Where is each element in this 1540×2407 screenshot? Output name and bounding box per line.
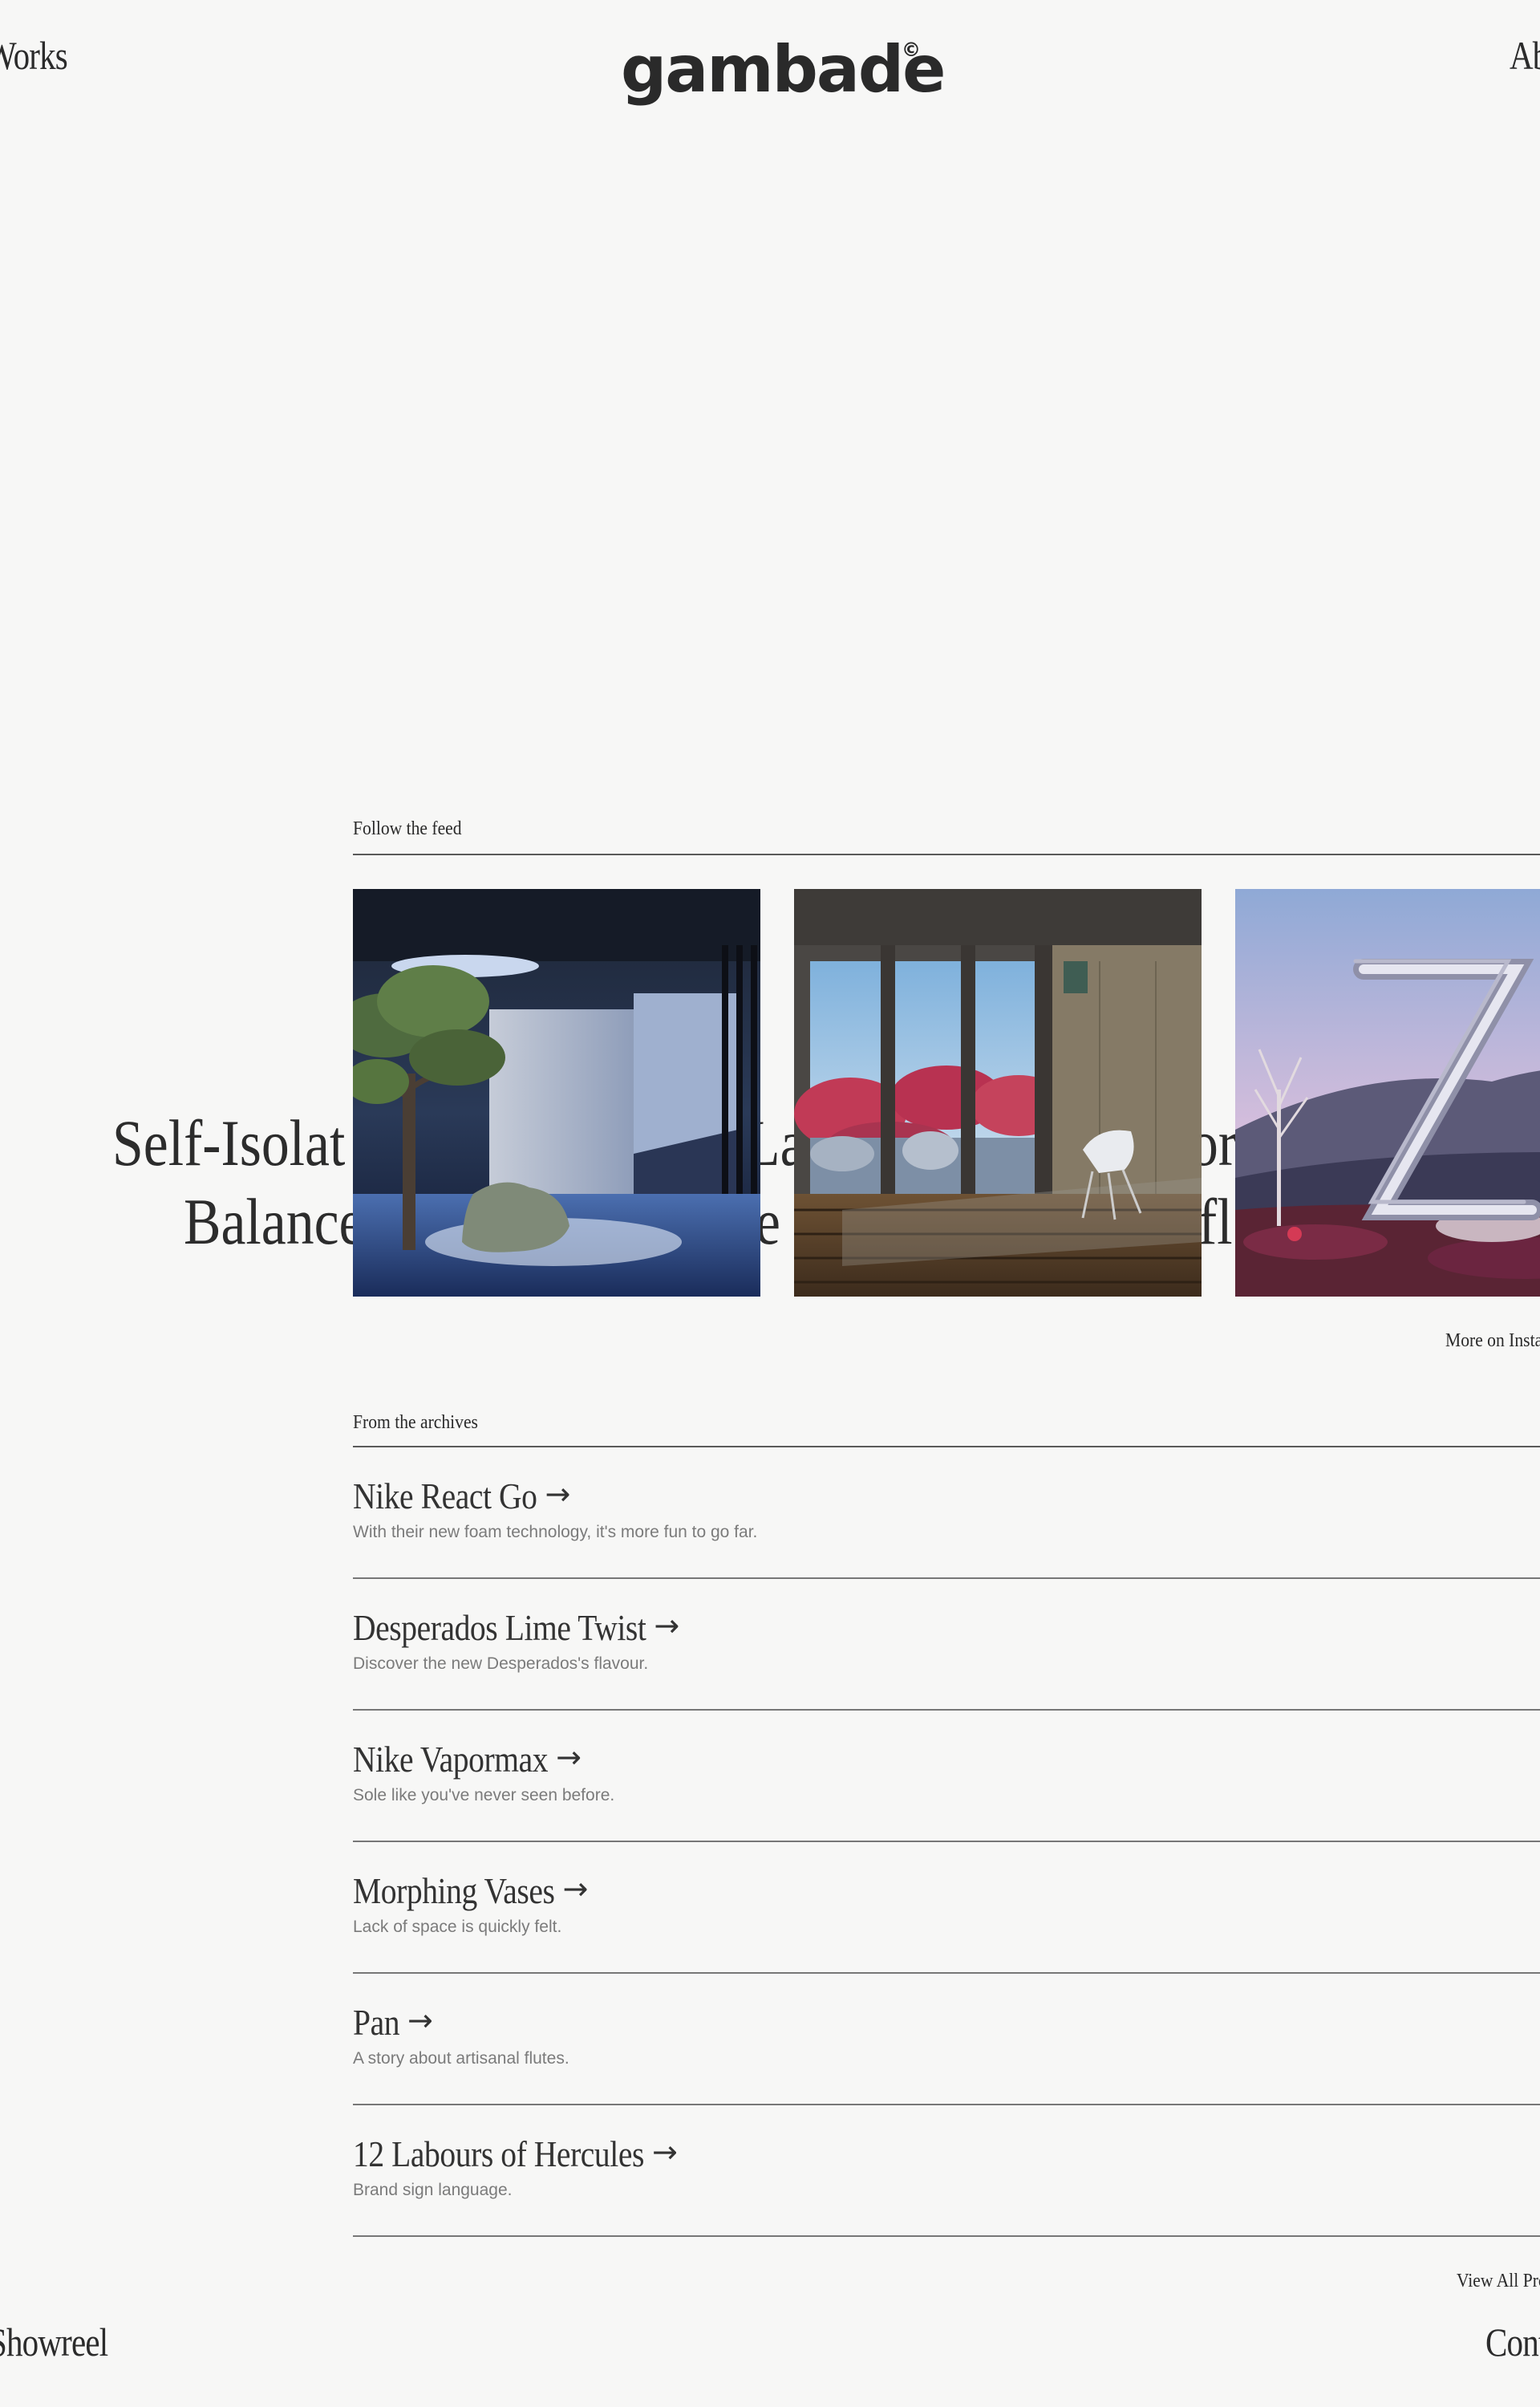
feed-image-red-trees-room[interactable] xyxy=(794,889,1202,1297)
hero-title-line2-right: fl xyxy=(1198,1185,1233,1258)
more-on-instagram-link[interactable]: More on Instagram xyxy=(1445,1330,1540,1352)
project-divider xyxy=(353,2104,1540,2105)
arrow-right-icon: → xyxy=(545,1476,571,1512)
project-description: With their new foam technology, it's mor… xyxy=(353,1523,758,1541)
nav-contact-link[interactable]: Contact xyxy=(1485,2319,1540,2365)
project-description: Sole like you've never seen before. xyxy=(353,1786,615,1804)
project-description: Lack of space is quickly felt. xyxy=(353,1918,562,1936)
project-title-link[interactable]: Pan xyxy=(353,2001,399,2044)
nav-showreel-link[interactable]: Showreel xyxy=(0,2319,108,2365)
hero-title-line1-left: Self-Isolat xyxy=(112,1106,346,1179)
project-divider xyxy=(353,1709,1540,1711)
arrow-right-icon: → xyxy=(556,1739,582,1775)
feed-divider xyxy=(353,854,1540,855)
project-title-link[interactable]: Nike Vapormax xyxy=(353,1738,549,1780)
archives-divider xyxy=(353,1446,1540,1447)
tree-room-image xyxy=(353,889,760,1297)
hero-title-line2-left: Balance xyxy=(184,1185,364,1258)
project-divider xyxy=(353,1577,1540,1579)
copyright-mark: © xyxy=(902,39,921,61)
project-description: Discover the new Desperados's flavour. xyxy=(353,1654,649,1673)
arrow-right-icon: → xyxy=(651,2134,678,2170)
archives-section-label: From the archives xyxy=(353,1412,478,1433)
view-all-projects-link[interactable]: View All Projects xyxy=(1457,2271,1540,2292)
project-title-link[interactable]: Desperados Lime Twist xyxy=(353,1606,646,1649)
feed-image-tree-room[interactable] xyxy=(353,889,760,1297)
project-title-link[interactable]: 12 Labours of Hercules xyxy=(353,2133,644,2175)
arrow-right-icon: → xyxy=(562,1871,589,1906)
project-description: A story about artisanal flutes. xyxy=(353,2049,569,2068)
project-description: Brand sign language. xyxy=(353,2181,513,2199)
feed-section-label: Follow the feed xyxy=(353,818,462,839)
feed-image-chrome-z[interactable] xyxy=(1235,889,1540,1297)
arrow-right-icon: → xyxy=(654,1608,680,1643)
nav-works-link[interactable]: Works xyxy=(0,32,68,79)
project-divider xyxy=(353,1972,1540,1974)
project-title-link[interactable]: Nike React Go xyxy=(353,1475,537,1517)
nav-about-link[interactable]: About xyxy=(1510,32,1540,79)
red-trees-room-image xyxy=(794,889,1202,1297)
project-title-link[interactable]: Morphing Vases xyxy=(353,1869,555,1912)
project-divider xyxy=(353,2235,1540,2237)
gambade-logo[interactable]: gambade xyxy=(621,32,946,107)
arrow-right-icon: → xyxy=(407,2003,433,2038)
project-divider xyxy=(353,1841,1540,1842)
chrome-z-desert-image xyxy=(1235,889,1540,1297)
